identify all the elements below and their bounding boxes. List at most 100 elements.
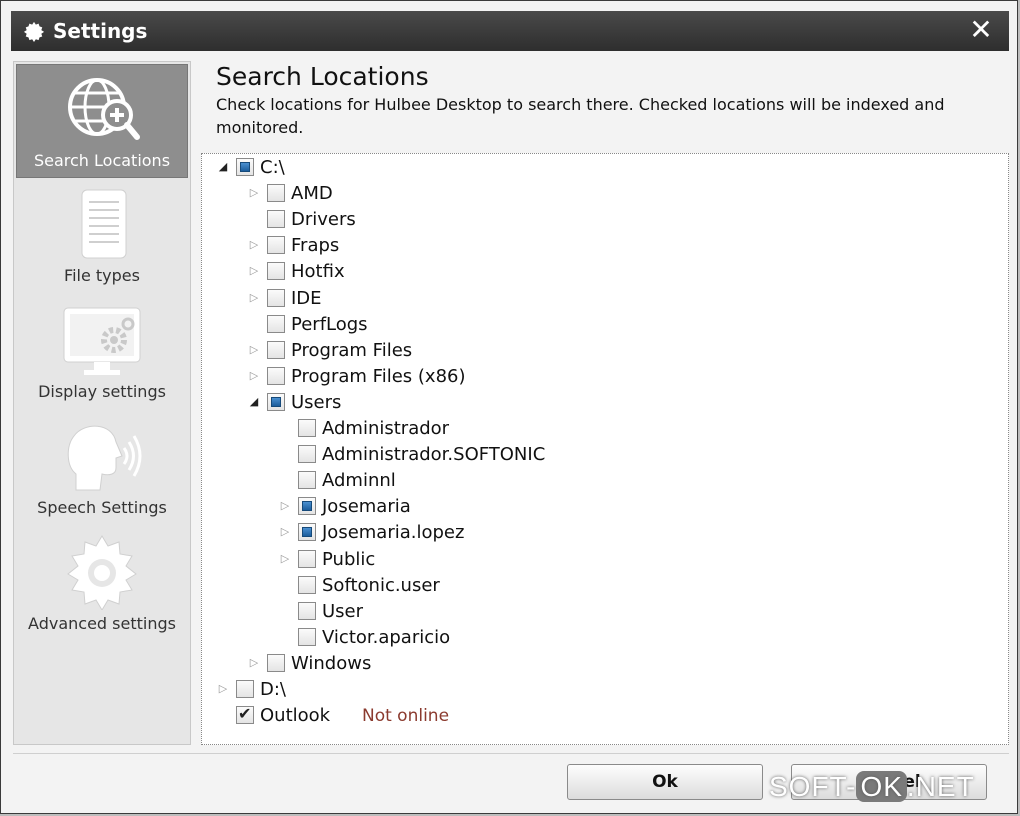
expand-arrow-down-icon[interactable]: ◢ xyxy=(247,395,261,409)
tree-node-label: Victor.aparicio xyxy=(322,626,451,648)
tree-node-label: Program Files xyxy=(291,339,413,361)
watermark-left: SOFT- xyxy=(769,771,857,802)
tree-node[interactable]: Drivers xyxy=(247,208,847,234)
sidebar-item-label: Display settings xyxy=(38,382,166,401)
tree-node[interactable]: Administrador.SOFTONIC xyxy=(278,443,878,469)
monitor-gear-icon xyxy=(63,307,141,375)
tree-node[interactable]: Outlook Not online xyxy=(216,704,816,730)
tree-node-checkbox[interactable] xyxy=(298,549,316,568)
tree-node-label: Josemaria xyxy=(322,496,411,518)
tree-node-checkbox[interactable] xyxy=(267,210,285,229)
sidebar-item-speech-settings[interactable]: Speech Settings xyxy=(16,412,188,526)
window-title: Settings xyxy=(53,19,148,43)
tree-node-checkbox[interactable] xyxy=(267,653,285,672)
page-title: Search Locations xyxy=(216,62,429,91)
expand-arrow-right-icon[interactable]: ▷ xyxy=(247,238,261,252)
sidebar-item-search-locations[interactable]: Search Locations xyxy=(16,64,188,178)
tree-node-label: Users xyxy=(291,391,342,413)
tree-node[interactable]: User xyxy=(278,600,878,626)
expand-arrow-right-icon[interactable]: ▷ xyxy=(247,343,261,357)
expand-arrow-right-icon[interactable]: ▷ xyxy=(247,264,261,278)
settings-gear-icon xyxy=(23,21,45,42)
tree-node-checkbox[interactable] xyxy=(298,445,316,464)
expand-arrow-down-icon[interactable]: ◢ xyxy=(216,160,230,174)
ok-button[interactable]: Ok xyxy=(567,764,763,800)
tree-node-checkbox[interactable] xyxy=(236,704,254,725)
page-description: Check locations for Hulbee Desktop to se… xyxy=(216,95,945,137)
tree-node[interactable]: ▷ Josemaria.lopez xyxy=(278,521,878,547)
tree-node[interactable]: ◢ Users xyxy=(247,391,847,417)
sidebar-item-label: Advanced settings xyxy=(28,614,176,633)
expand-arrow-right-icon[interactable]: ▷ xyxy=(247,291,261,305)
tree-node-label: Josemaria.lopez xyxy=(322,522,465,544)
sidebar-item-label: Speech Settings xyxy=(37,498,167,517)
expand-arrow-right-icon[interactable]: ▷ xyxy=(278,525,292,539)
tree-node-checkbox[interactable] xyxy=(267,262,285,281)
tree-node[interactable]: ▷ Program Files (x86) xyxy=(247,365,847,391)
tree-node[interactable]: ▷ Hotfix xyxy=(247,260,847,286)
sidebar-item-advanced-settings[interactable]: Advanced settings xyxy=(16,528,188,642)
tree-node-checkbox[interactable] xyxy=(298,471,316,490)
tree-node-checkbox[interactable] xyxy=(298,627,316,646)
tree-node-checkbox[interactable] xyxy=(267,184,285,203)
tree-node[interactable]: ▷ D:\ xyxy=(216,678,816,704)
sidebar-item-label: File types xyxy=(64,266,140,285)
tree-node-checkbox[interactable] xyxy=(267,288,285,307)
close-button[interactable]: ✕ xyxy=(965,14,997,46)
tree-node[interactable]: ▷ IDE xyxy=(247,287,847,313)
tree-node[interactable]: ▷ Public xyxy=(278,548,878,574)
tree-node-label: Program Files (x86) xyxy=(291,365,466,387)
expand-arrow-right-icon[interactable]: ▷ xyxy=(247,656,261,670)
tree-node-checkbox[interactable] xyxy=(298,523,316,542)
tree-node-checkbox[interactable] xyxy=(267,314,285,333)
expand-arrow-right-icon[interactable]: ▷ xyxy=(278,499,292,513)
tree-node-checkbox[interactable] xyxy=(298,601,316,620)
tree-node[interactable]: Adminnl xyxy=(278,469,878,495)
tree-node-label: D:\ xyxy=(260,679,286,700)
tree-node-label: Administrador xyxy=(322,418,450,439)
tree-node-checkbox[interactable] xyxy=(298,419,316,437)
tree-node-label: Softonic.user xyxy=(322,574,440,596)
tree-node-label: Windows xyxy=(291,652,372,674)
tree-node-label: User xyxy=(322,600,364,622)
settings-window: Settings ✕ Search Locations File types D… xyxy=(0,0,1018,814)
tree-node[interactable]: ▷ Fraps xyxy=(247,234,847,260)
expand-arrow-right-icon[interactable]: ▷ xyxy=(247,369,261,383)
tree-node[interactable]: ▷ AMD xyxy=(247,182,847,208)
tree-node-label: PerfLogs xyxy=(291,313,368,335)
tree-node[interactable]: ▷ Program Files xyxy=(247,339,847,365)
sidebar-item-display-settings[interactable]: Display settings xyxy=(16,296,188,410)
title-bar: Settings ✕ xyxy=(11,11,1009,51)
tree-node-checkbox[interactable] xyxy=(267,392,285,411)
tree-node-checkbox[interactable] xyxy=(267,340,285,359)
expand-arrow-right-icon[interactable]: ▷ xyxy=(278,552,292,566)
tree-node-label: Fraps xyxy=(291,235,340,257)
expand-arrow-right-icon[interactable]: ▷ xyxy=(216,682,230,696)
document-icon xyxy=(81,189,127,259)
tree-node[interactable]: ◢ C:\ xyxy=(216,156,816,182)
tree-node-checkbox[interactable] xyxy=(298,575,316,594)
tree-node-label: IDE xyxy=(291,287,322,309)
watermark-box: OK xyxy=(856,771,907,802)
tree-node[interactable]: ▷ Josemaria xyxy=(278,495,878,521)
tree-node[interactable]: Administrador xyxy=(278,417,878,443)
tree-node[interactable]: ▷ Windows xyxy=(247,652,847,678)
tree-node-label: Drivers xyxy=(291,209,356,231)
watermark-logo: SOFT- OK .NET xyxy=(769,771,975,803)
locations-tree[interactable]: ◢ C:\ ▷ AMD Drivers ▷ Fraps ▷ Hotfix ▷ IDE PerfLogs… xyxy=(201,153,1009,745)
sidebar-item-file-types[interactable]: File types xyxy=(16,180,188,294)
sidebar: Search Locations File types Display sett… xyxy=(13,61,191,745)
tree-node[interactable]: Softonic.user xyxy=(278,574,878,600)
tree-node-label: Hotfix xyxy=(291,261,345,283)
tree-node[interactable]: Victor.aparicio xyxy=(278,626,878,652)
tree-node-checkbox[interactable] xyxy=(267,236,285,255)
tree-node[interactable]: PerfLogs xyxy=(247,313,847,339)
tree-node-checkbox[interactable] xyxy=(236,680,254,698)
tree-node-label: Administrador.SOFTONIC xyxy=(322,444,546,466)
tree-node-checkbox[interactable] xyxy=(267,366,285,385)
tree-node-checkbox[interactable] xyxy=(236,158,254,176)
globe-search-icon xyxy=(68,78,140,140)
speaking-head-icon xyxy=(67,425,142,491)
tree-node-checkbox[interactable] xyxy=(298,497,316,516)
expand-arrow-right-icon[interactable]: ▷ xyxy=(247,186,261,200)
